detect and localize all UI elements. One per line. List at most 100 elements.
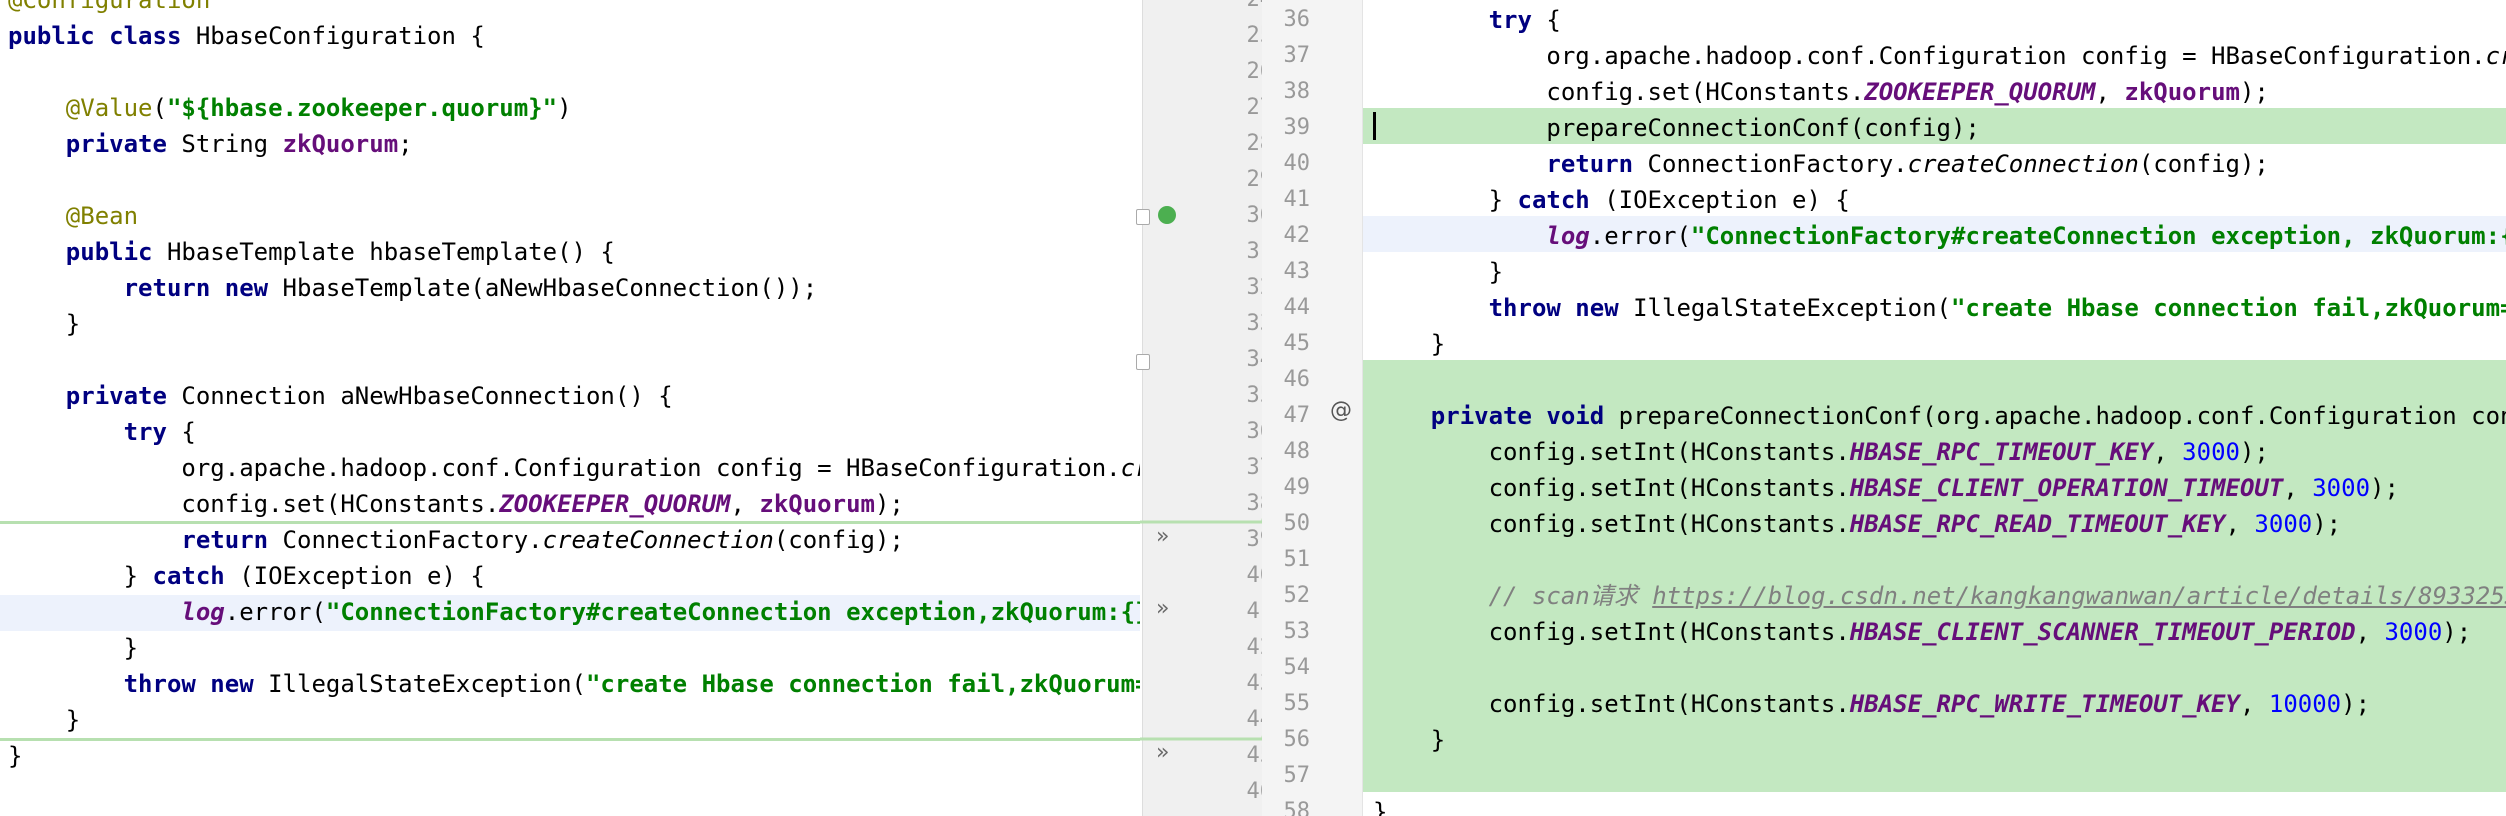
fold-icon[interactable] <box>1136 209 1150 225</box>
code-token: catch <box>1517 186 1605 214</box>
code-token: 3000 <box>2182 438 2240 466</box>
line-number: 41 <box>1283 187 1311 212</box>
line-number: 36 <box>1283 7 1311 32</box>
line-number: 45 <box>1283 331 1311 356</box>
code-token: (IOException e) { <box>1604 186 1850 214</box>
spring-bean-icon[interactable] <box>1158 206 1176 224</box>
code-token: crea <box>2485 42 2506 70</box>
line-number: 51 <box>1283 547 1311 572</box>
code-token: ); <box>2239 78 2269 106</box>
code-line[interactable]: try { <box>1373 2 2506 38</box>
code-token: } <box>1373 798 1388 816</box>
code-line[interactable]: org.apache.hadoop.conf.Configuration con… <box>1373 38 2506 74</box>
code-token: ); <box>2239 438 2269 466</box>
right-code: try { org.apache.hadoop.conf.Configurati… <box>1373 2 2506 816</box>
code-line[interactable]: return ConnectionFactory.createConnectio… <box>1373 146 2506 182</box>
code-token: createConnection <box>1907 150 2139 178</box>
merge-arrow-icon[interactable]: » <box>1156 596 1169 621</box>
line-number: 56 <box>1283 727 1311 752</box>
line-number: 44 <box>1283 295 1311 320</box>
code-token: } <box>1373 258 1504 286</box>
line-number: 58 <box>1283 799 1311 816</box>
code-line[interactable]: } catch (IOException e) { <box>1373 182 2506 218</box>
code-token: "ConnectionFactory#createConnection exce… <box>1690 222 2506 250</box>
code-line[interactable] <box>1373 650 2506 686</box>
code-token: HBASE_RPC_WRITE_TIMEOUT_KEY <box>1849 690 2240 718</box>
right-line-numbers: 36 37 38 39 40 41 42 43 44 45 46 47 48 49 50 51 52 53 54 55… <box>1262 2 1311 816</box>
line-number: 38 <box>1283 79 1311 104</box>
code-line[interactable]: log.error("ConnectionFactory#createConne… <box>1373 218 2506 254</box>
line-number: 54 <box>1283 655 1311 680</box>
code-token: prepareConnectionConf(org.apache.hadoop.… <box>1618 402 2506 430</box>
line-number: 55 <box>1283 691 1311 716</box>
code-line[interactable]: config.setInt(HConstants.HBASE_RPC_TIMEO… <box>1373 434 2506 470</box>
code-token: private void <box>1430 402 1619 430</box>
code-line[interactable]: } <box>1373 254 2506 290</box>
right-editor-pane[interactable]: try { org.apache.hadoop.conf.Configurati… <box>1362 0 2506 816</box>
code-token: , <box>2239 690 2269 718</box>
merge-arrow-icon[interactable]: » <box>1156 740 1169 765</box>
code-line[interactable]: config.setInt(HConstants.HBASE_CLIENT_OP… <box>1373 470 2506 506</box>
code-line[interactable]: config.setInt(HConstants.HBASE_RPC_READ_… <box>1373 506 2506 542</box>
code-line[interactable]: } <box>1373 722 2506 758</box>
code-token: , <box>2153 438 2183 466</box>
code-line[interactable]: } <box>1373 794 2506 816</box>
line-number: 52 <box>1283 583 1311 608</box>
line-number: 42 <box>1283 223 1311 248</box>
code-token: , <box>2225 510 2255 538</box>
code-token: log <box>1546 222 1590 250</box>
code-token: config.setInt(HConstants. <box>1373 474 1850 502</box>
line-number: 43 <box>1283 259 1311 284</box>
code-token: , <box>2283 474 2313 502</box>
code-line[interactable] <box>1373 542 2506 578</box>
code-line[interactable]: // scan请求 https://blog.csdn.net/kangkang… <box>1373 578 2506 614</box>
code-token: HBASE_RPC_TIMEOUT_KEY <box>1849 438 2154 466</box>
merge-arrow-icon[interactable]: » <box>1156 524 1169 549</box>
code-token: config.setInt(HConstants. <box>1373 618 1850 646</box>
code-line[interactable]: } <box>1373 326 2506 362</box>
line-number: 57 <box>1283 763 1311 788</box>
code-line[interactable]: throw new IllegalStateException("create … <box>1373 290 2506 326</box>
code-token: { <box>1546 6 1561 34</box>
code-token: } <box>1373 330 1446 358</box>
code-token: return <box>1546 150 1648 178</box>
line-number: 53 <box>1283 619 1311 644</box>
code-token: ); <box>2442 618 2472 646</box>
text-caret <box>1373 112 1376 140</box>
override-at-icon[interactable]: @ <box>1330 398 1352 423</box>
code-line[interactable]: config.setInt(HConstants.HBASE_RPC_WRITE… <box>1373 686 2506 722</box>
code-token: ); <box>2370 474 2399 502</box>
code-token: ZOOKEEPER_QUORUM <box>1864 78 2096 106</box>
code-token: prepareConnectionConf(config); <box>1373 114 1980 142</box>
code-token: 3000 <box>2384 618 2443 646</box>
fold-icon[interactable] <box>1136 354 1150 370</box>
code-token: ); <box>2341 690 2371 718</box>
line-number: 50 <box>1283 511 1311 536</box>
line-number: 39 <box>1283 115 1311 140</box>
diff-viewer: @Configuration public class HbaseConfigur… <box>0 0 2506 816</box>
code-token: } <box>1373 726 1446 754</box>
code-line[interactable]: prepareConnectionConf(config); <box>1373 110 2506 146</box>
code-token: "create Hbase connection fail,zkQuorum=" <box>1950 294 2506 322</box>
code-line[interactable]: config.set(HConstants.ZOOKEEPER_QUORUM, … <box>1373 74 2506 110</box>
code-line[interactable] <box>1373 362 2506 398</box>
code-token: 3000 <box>2312 474 2371 502</box>
code-token: HBASE_RPC_READ_TIMEOUT_KEY <box>1849 510 2226 538</box>
code-token: , <box>2095 78 2125 106</box>
code-line[interactable]: config.setInt(HConstants.HBASE_CLIENT_SC… <box>1373 614 2506 650</box>
code-line[interactable]: private void prepareConnectionConf(org.a… <box>1373 398 2506 434</box>
code-line[interactable] <box>1373 758 2506 794</box>
code-token: ConnectionFactory. <box>1647 150 1908 178</box>
code-token: , <box>2355 618 2385 646</box>
code-token: .error( <box>1589 222 1691 250</box>
code-token: // scan请求 <box>1488 582 1653 610</box>
code-token: 10000 <box>2268 690 2342 718</box>
code-token: zkQuorum <box>2124 78 2240 106</box>
line-number: 47 <box>1283 403 1311 428</box>
